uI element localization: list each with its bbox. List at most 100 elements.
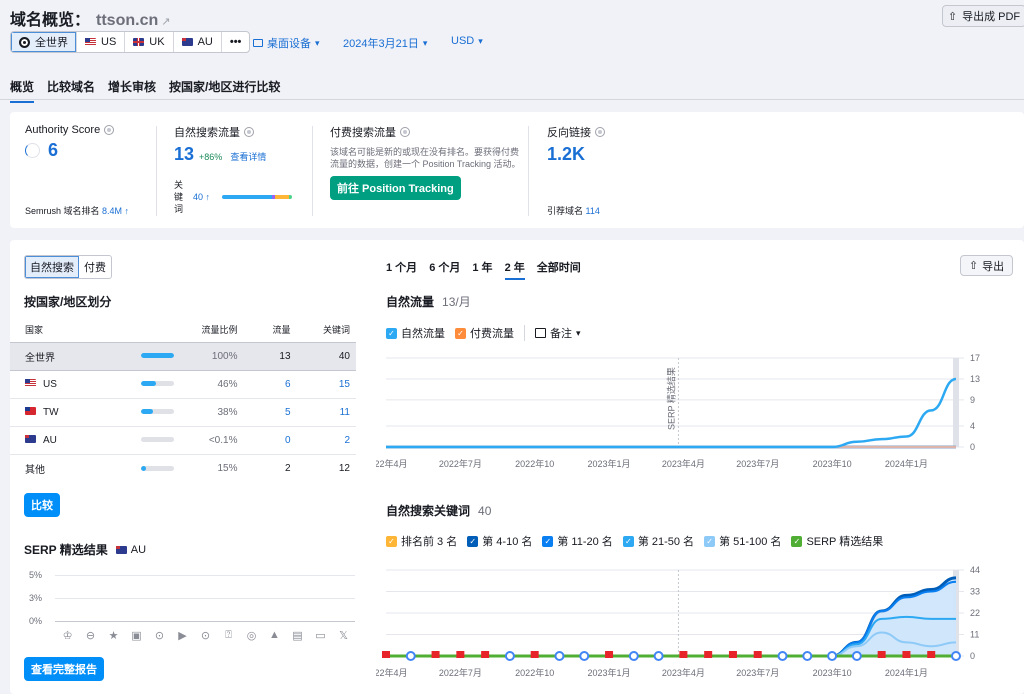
keywords-distribution-bar xyxy=(222,195,292,199)
x-twitter-icon[interactable]: 𝕏 xyxy=(336,629,351,642)
export-label: 导出 xyxy=(982,260,1005,273)
flag-au-icon xyxy=(115,545,127,554)
country-cell: TW xyxy=(10,397,138,426)
traffic-cell[interactable]: 0 xyxy=(243,425,297,454)
play-icon[interactable]: ⊙ xyxy=(198,629,213,642)
rank-value[interactable]: 8.4M ↑ xyxy=(102,206,129,216)
news-icon[interactable]: ▤ xyxy=(290,629,305,642)
education-icon[interactable]: ▲ xyxy=(267,629,282,642)
toggle-organic[interactable]: 自然搜索 xyxy=(25,256,79,278)
keywords-value[interactable]: 40 ↑ xyxy=(193,192,210,202)
export-pdf-button[interactable]: ⇧ 导出成 PDF xyxy=(942,5,1024,27)
full-report-button[interactable]: 查看完整报告 xyxy=(24,657,104,681)
compare-button[interactable]: 比较 xyxy=(24,493,60,517)
legend-item[interactable]: ✓ 第 4-10 名 xyxy=(467,533,532,549)
domain-name[interactable]: ttson.cn xyxy=(96,12,158,29)
checkbox-icon: ✓ xyxy=(386,327,397,339)
referring-domains-value[interactable]: 114 xyxy=(586,206,600,216)
paid-traffic-metric: 付费搜索流量 该域名可能是新的或现在没有排名。要获得付费流量的数据，创建一个 P… xyxy=(330,124,530,200)
db-more-button[interactable]: ••• xyxy=(222,32,250,52)
column-bar xyxy=(137,318,179,342)
backlinks-label: 反向链接 xyxy=(547,127,591,139)
organic-traffic-value[interactable]: 13 xyxy=(174,144,194,165)
column-country[interactable]: 国家 xyxy=(10,318,137,342)
db-uk[interactable]: UK xyxy=(125,32,174,52)
more-icon: ••• xyxy=(229,36,242,48)
db-au[interactable]: AU xyxy=(174,32,222,52)
period-1m[interactable]: 1 个月 xyxy=(386,259,417,280)
period-all[interactable]: 全部时间 xyxy=(537,259,581,280)
upload-icon: ⇧ xyxy=(947,10,958,23)
summary-card: Authority Score 6 Semrush 域名排名 8.4M ↑ 自然… xyxy=(10,112,1024,228)
geo-table-row[interactable]: AU <0.1% 0 2 xyxy=(10,425,356,454)
organic-traffic-chart: 0 4 9 13 17 2022年4月 2022年7月 2022年10 2023年1月 2023年… xyxy=(376,353,980,469)
toggle-paid[interactable]: 付费 xyxy=(79,256,111,278)
keywords-cell[interactable]: 2 xyxy=(296,425,356,454)
keywords-cell[interactable]: 11 xyxy=(296,397,356,426)
chevron-down-icon: ▾ xyxy=(576,327,581,338)
x-tick-label: 2024年1月 xyxy=(885,667,928,678)
export-button[interactable]: ⇧ 导出 xyxy=(960,255,1013,276)
serp-title-label: SERP 精选结果 xyxy=(24,543,108,557)
traffic-cell: 2 xyxy=(243,453,297,482)
checkbox-icon: ✓ xyxy=(467,535,479,547)
geo-table-row[interactable]: TW 38% 5 11 xyxy=(10,397,356,426)
briefcase-icon[interactable]: ▭ xyxy=(313,629,328,642)
y-tick-label: 0 xyxy=(970,651,975,661)
geo-table: 国家 流量比例 流量 关键词 全世界 100% 13 40 US 46% 6 15 TW 38% 5… xyxy=(10,318,356,482)
notes-dropdown[interactable]: 备注 ▾ xyxy=(535,325,581,341)
legend-item[interactable]: ✓ 排名前 3 名 xyxy=(386,533,457,549)
share-cell: 46% xyxy=(179,369,244,398)
chevron-down-icon: ▾ xyxy=(422,37,428,48)
legend-paid[interactable]: ✓ 付费流量 xyxy=(455,325,514,341)
star-icon[interactable]: ★ xyxy=(106,629,121,642)
legend-item[interactable]: ✓ 第 51-100 名 xyxy=(704,533,781,549)
authority-score-value: 6 xyxy=(48,140,59,160)
period-6m[interactable]: 6 个月 xyxy=(429,259,460,280)
device-dropdown[interactable]: 桌面设备 ▾ xyxy=(253,35,320,51)
geo-table-row[interactable]: US 46% 6 15 xyxy=(10,369,356,398)
legend-item[interactable]: ✓ 第 21-50 名 xyxy=(622,533,694,549)
position-tracking-button[interactable]: 前往 Position Tracking xyxy=(330,176,461,200)
legend-organic[interactable]: ✓ 自然流量 xyxy=(386,325,445,341)
y-tick-label: 9 xyxy=(970,395,975,405)
organic-traffic-change: +86% xyxy=(199,152,223,162)
view-details-link[interactable]: 查看详情 xyxy=(230,150,266,163)
traffic-cell[interactable]: 5 xyxy=(243,397,297,426)
keywords-chart-title: 自然搜索关键词 xyxy=(386,504,471,518)
date-dropdown[interactable]: 2024年3月21日 ▾ xyxy=(343,35,427,51)
currency-dropdown[interactable]: USD ▾ xyxy=(451,35,483,47)
legend-item[interactable]: ✓ 第 11-20 名 xyxy=(542,533,613,549)
backlinks-value[interactable]: 1.2K xyxy=(547,144,605,165)
db-label: 全世界 xyxy=(35,37,68,49)
external-link-icon[interactable]: ↗ xyxy=(161,16,170,28)
traffic-cell[interactable]: 6 xyxy=(243,369,297,398)
db-us[interactable]: US xyxy=(77,32,126,52)
traffic-legend: ✓ 自然流量 ✓ 付费流量 备注 ▾ xyxy=(386,325,581,341)
traffic-cell: 13 xyxy=(243,341,297,371)
notes-label: 备注 xyxy=(550,328,572,340)
keywords-cell[interactable]: 15 xyxy=(296,369,356,398)
geo-table-row[interactable]: 全世界 100% 13 40 xyxy=(10,341,356,371)
video-box-icon[interactable]: ▶ xyxy=(175,629,190,642)
column-keywords[interactable]: 关键词 xyxy=(297,318,356,342)
referring-domains: 引荐域名 114 xyxy=(547,204,600,217)
geo-table-row[interactable]: 其他 15% 2 12 xyxy=(10,453,356,482)
period-1y[interactable]: 1 年 xyxy=(472,259,492,280)
legend-item[interactable]: ✓ SERP 精选结果 xyxy=(791,533,883,549)
db-worldwide[interactable]: 全世界 xyxy=(11,32,77,52)
currency-label: USD xyxy=(451,35,475,47)
divider xyxy=(312,126,313,216)
crown-icon[interactable]: ♔ xyxy=(60,629,75,642)
column-share[interactable]: 流量比例 xyxy=(180,318,244,342)
location-icon[interactable]: ◎ xyxy=(244,629,259,642)
period-2y[interactable]: 2 年 xyxy=(504,259,525,280)
faq-icon[interactable]: ⍰ xyxy=(221,629,236,642)
legend-label: 排名前 3 名 xyxy=(401,536,458,548)
link-icon[interactable]: ⊖ xyxy=(83,629,98,642)
video-icon[interactable]: ⊙ xyxy=(152,629,167,642)
flag-marker xyxy=(927,651,936,658)
share-bar-cell xyxy=(137,397,180,426)
image-icon[interactable]: ▣ xyxy=(129,629,144,642)
column-traffic[interactable]: 流量 xyxy=(243,318,296,342)
